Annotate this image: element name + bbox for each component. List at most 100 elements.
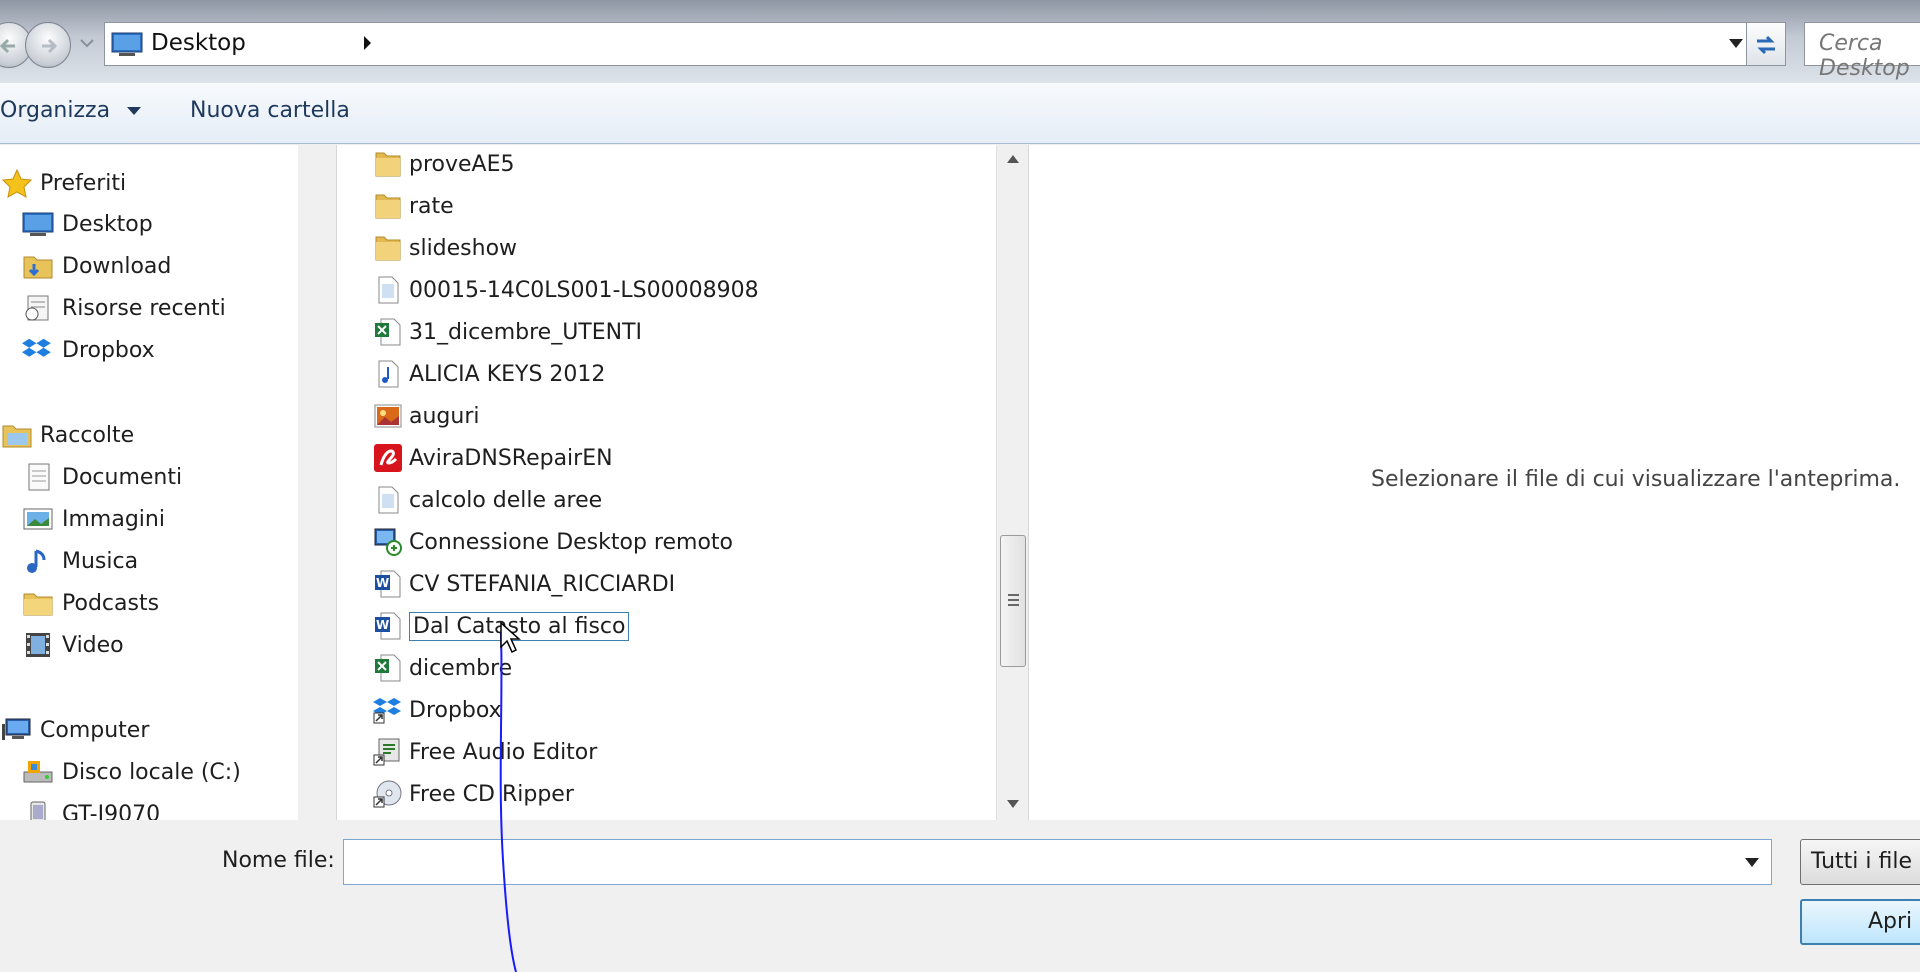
- file-name: Free CD Ripper: [409, 781, 574, 807]
- nav-item-label: Video: [62, 632, 124, 658]
- desktop-icon: [111, 32, 143, 56]
- list-item[interactable]: dicembre: [373, 649, 853, 687]
- filename-input[interactable]: [352, 842, 1716, 884]
- nav-group-computer[interactable]: Computer: [2, 713, 149, 747]
- filename-label: Nome file:: [222, 848, 335, 873]
- file-name: Dropbox: [409, 697, 502, 723]
- file-type-filter[interactable]: Tutti i file (*.*): [1800, 839, 1920, 885]
- list-item[interactable]: Free CD Ripper: [373, 775, 853, 813]
- excel-icon: [375, 318, 401, 346]
- list-item[interactable]: calcolo delle aree: [373, 481, 853, 519]
- list-item[interactable]: rate: [373, 187, 853, 225]
- scroll-down-button[interactable]: [997, 790, 1029, 820]
- folder-icon: [375, 194, 401, 219]
- list-item[interactable]: auguri: [373, 397, 853, 435]
- nav-item-video[interactable]: Video: [22, 628, 124, 662]
- arrow-up-icon: [1007, 155, 1019, 163]
- nav-item-label: Dropbox: [62, 337, 155, 363]
- word-icon: W: [375, 612, 401, 640]
- new-folder-button[interactable]: Nuova cartella: [190, 98, 350, 123]
- refresh-icon: [1757, 35, 1775, 55]
- list-item[interactable]: W CV STEFANIA_RICCIARDI: [373, 565, 853, 603]
- list-item[interactable]: 31_dicembre_UTENTI: [373, 313, 853, 351]
- nav-item-label: Desktop: [62, 211, 153, 237]
- nav-item-label: Musica: [62, 548, 139, 574]
- nav-item-phone[interactable]: GT-I9070: [22, 797, 160, 820]
- file-name: AviraDNSRepairEN: [409, 445, 613, 471]
- nav-item-label: Documenti: [62, 464, 183, 490]
- address-location[interactable]: Desktop: [151, 30, 246, 56]
- file-list-scrollbar[interactable]: [996, 145, 1028, 820]
- list-item-selected[interactable]: W Dal Catasto al fisco: [373, 607, 853, 645]
- nav-item-download[interactable]: Download: [22, 249, 171, 283]
- recent-pages-dropdown-icon[interactable]: [80, 38, 94, 48]
- address-dropdown-icon[interactable]: [1729, 39, 1743, 48]
- nav-group-label: Computer: [40, 717, 150, 743]
- folder-icon: [375, 236, 401, 261]
- list-item[interactable]: proveAE5: [373, 145, 853, 183]
- nav-item-music[interactable]: Musica: [22, 544, 138, 578]
- nav-item-label: GT-I9070: [62, 801, 161, 821]
- nav-item-dropbox[interactable]: Dropbox: [22, 333, 155, 367]
- dialog-footer: Nome file: Tutti i file (*.*) Apri: [0, 820, 1920, 972]
- list-item[interactable]: Connessione Desktop remoto: [373, 523, 853, 561]
- file-name-rename-box[interactable]: Dal Catasto al fisco: [409, 611, 630, 641]
- file-name: CV STEFANIA_RICCIARDI: [409, 571, 676, 597]
- preview-pane: Selezionare il file di cui visualizzare …: [1028, 145, 1920, 820]
- nav-group-favorites[interactable]: Preferiti: [2, 166, 126, 200]
- chevron-down-icon[interactable]: [1745, 858, 1759, 867]
- nav-group-libraries[interactable]: Raccolte: [2, 418, 134, 452]
- word-icon: W: [375, 570, 401, 598]
- portable-device-icon: [30, 801, 46, 820]
- command-toolbar: Organizza Nuova cartella: [0, 83, 1920, 144]
- search-input[interactable]: Cerca Desktop: [1804, 22, 1920, 81]
- nav-item-local-disk[interactable]: Disco locale (C:): [22, 755, 241, 789]
- text-file-icon: [378, 486, 399, 514]
- nav-group-label: Preferiti: [40, 170, 127, 196]
- nav-group-label: Raccolte: [40, 422, 135, 448]
- list-item[interactable]: Free Audio Editor: [373, 733, 853, 771]
- preview-message: Selezionare il file di cui visualizzare …: [1371, 467, 1901, 492]
- libraries-folder-icon: [2, 425, 32, 448]
- list-item[interactable]: 00015-14C0LS001-LS00008908: [373, 271, 853, 309]
- list-item[interactable]: slideshow: [373, 229, 853, 267]
- music-file-icon: [378, 360, 399, 388]
- list-item[interactable]: AviraDNSRepairEN: [373, 439, 853, 477]
- cd-shortcut-icon: [373, 780, 402, 808]
- file-name: 00015-14C0LS001-LS00008908: [409, 277, 759, 303]
- organize-menu-button[interactable]: Organizza: [0, 98, 142, 123]
- file-list-scroll-thumb[interactable]: [1000, 535, 1026, 667]
- file-name: auguri: [409, 403, 480, 429]
- address-field[interactable]: Desktop: [104, 22, 1754, 66]
- nav-item-label: Disco locale (C:): [62, 759, 241, 785]
- dropbox-shortcut-icon: [373, 698, 401, 724]
- nav-item-label: Podcasts: [62, 590, 160, 616]
- svg-text:W: W: [376, 576, 389, 590]
- recent-places-icon: [25, 295, 49, 321]
- folder-icon: [375, 152, 401, 177]
- forward-button[interactable]: [25, 22, 71, 68]
- list-item[interactable]: ALICIA KEYS 2012: [373, 355, 853, 393]
- folder-icon: [23, 593, 53, 616]
- file-name: Connessione Desktop remoto: [409, 529, 734, 555]
- nav-item-desktop[interactable]: Desktop: [22, 207, 153, 241]
- list-item[interactable]: Dropbox: [373, 691, 853, 729]
- arrow-down-icon: [1007, 800, 1019, 808]
- hard-drive-icon: [23, 761, 53, 783]
- filename-combobox[interactable]: [343, 839, 1772, 885]
- documents-icon: [28, 463, 50, 491]
- nav-item-pictures[interactable]: Immagini: [22, 502, 165, 536]
- address-bar-area: Desktop Cerca Desktop: [0, 0, 1920, 83]
- nav-item-recent[interactable]: Risorse recenti: [22, 291, 226, 325]
- nav-item-documents[interactable]: Documenti: [22, 460, 182, 494]
- open-button[interactable]: Apri: [1800, 899, 1920, 945]
- app-shortcut-icon: [373, 738, 400, 766]
- breadcrumb-chevron-icon[interactable]: [363, 35, 373, 51]
- nav-item-podcasts[interactable]: Podcasts: [22, 586, 159, 620]
- file-name: 31_dicembre_UTENTI: [409, 319, 643, 345]
- remote-desktop-icon: [374, 528, 402, 556]
- refresh-button[interactable]: [1746, 22, 1786, 66]
- star-icon: [2, 168, 32, 198]
- scroll-up-button[interactable]: [997, 145, 1029, 175]
- pictures-icon: [23, 508, 53, 530]
